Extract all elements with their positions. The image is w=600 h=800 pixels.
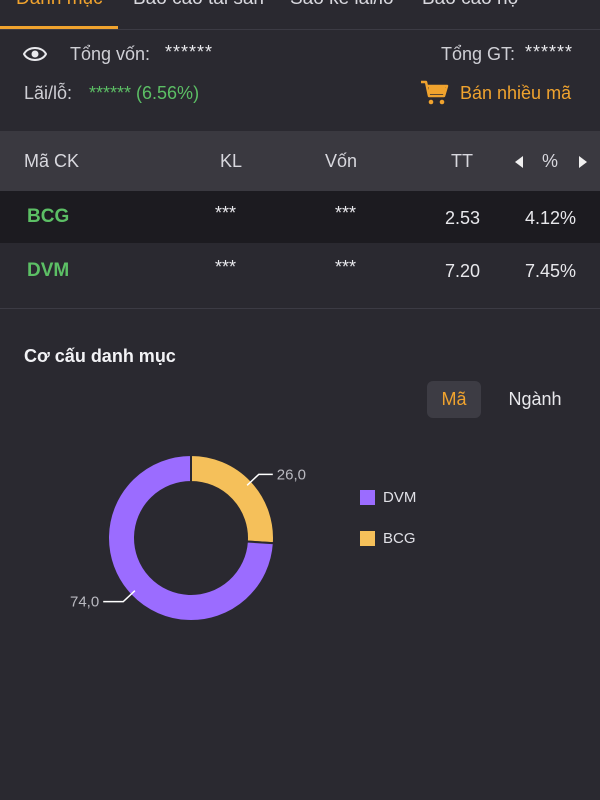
tab-portfolio[interactable]: Danh mục: [16, 0, 103, 10]
legend-swatch: [360, 490, 375, 505]
pnl-label: Lãi/lỗ:: [24, 83, 73, 103]
row-capital: ***: [335, 203, 357, 223]
donut-slice-bcg[interactable]: [190, 453, 275, 545]
row-quantity: ***: [215, 257, 237, 277]
total-capital-label: Tổng vốn:: [70, 44, 151, 64]
row-percent: 7.45%: [525, 261, 577, 281]
toggle-by-sector[interactable]: Ngành: [494, 381, 576, 418]
tab-pnl-statement[interactable]: Sao kê lãi/lỗ: [290, 0, 394, 10]
pnl-value: ****** (6.56%): [89, 83, 200, 103]
row-tt: 7.20: [445, 261, 481, 281]
tab-bar: Danh mục Báo cáo tài sản Sao kê lãi/lỗ B…: [0, 0, 600, 30]
allocation-donut-chart: 26,0 74,0: [70, 453, 306, 622]
row-capital: ***: [335, 257, 357, 277]
arrow-right-icon[interactable]: [579, 156, 587, 168]
header-tt[interactable]: TT: [451, 151, 473, 172]
tab-household-report[interactable]: Báo cáo hộ: [422, 0, 518, 10]
row-symbol: BCG: [27, 206, 70, 227]
legend-label: BCG: [383, 530, 416, 547]
tab-asset-report[interactable]: Báo cáo tài sản: [133, 0, 264, 10]
holdings-table-header: Mã CK KL Vốn TT %: [0, 131, 600, 191]
section-divider: [0, 308, 600, 309]
row-quantity: ***: [215, 203, 237, 223]
row-percent: 4.12%: [525, 208, 577, 228]
toggle-by-code[interactable]: Mã: [427, 381, 481, 418]
row-tt: 2.53: [445, 208, 481, 228]
cart-icon[interactable]: [419, 77, 449, 107]
header-percent[interactable]: %: [542, 151, 558, 172]
sell-multiple-button[interactable]: Bán nhiều mã: [460, 83, 571, 104]
data-label: 74,0: [70, 594, 99, 611]
table-row[interactable]: BCG *** *** 2.53 4.12%: [0, 191, 600, 243]
row-symbol: DVM: [27, 260, 70, 281]
table-row[interactable]: DVM *** *** 7.20 7.45%: [0, 243, 600, 295]
header-quantity[interactable]: KL: [220, 151, 242, 172]
total-capital-value: ******: [165, 42, 214, 62]
header-symbol[interactable]: Mã CK: [24, 151, 79, 172]
total-value-label: Tổng GT:: [441, 44, 516, 64]
portfolio-summary: Tổng vốn: ****** Tổng GT: ****** Lãi/lỗ:…: [0, 30, 600, 130]
eye-icon[interactable]: [23, 43, 47, 65]
header-capital[interactable]: Vốn: [325, 151, 357, 172]
arrow-left-icon[interactable]: [515, 156, 523, 168]
allocation-title: Cơ cấu danh mục: [24, 346, 176, 366]
legend-swatch: [360, 531, 375, 546]
legend-label: DVM: [383, 489, 417, 506]
total-value-value: ******: [525, 42, 574, 62]
data-label: 26,0: [277, 466, 306, 483]
